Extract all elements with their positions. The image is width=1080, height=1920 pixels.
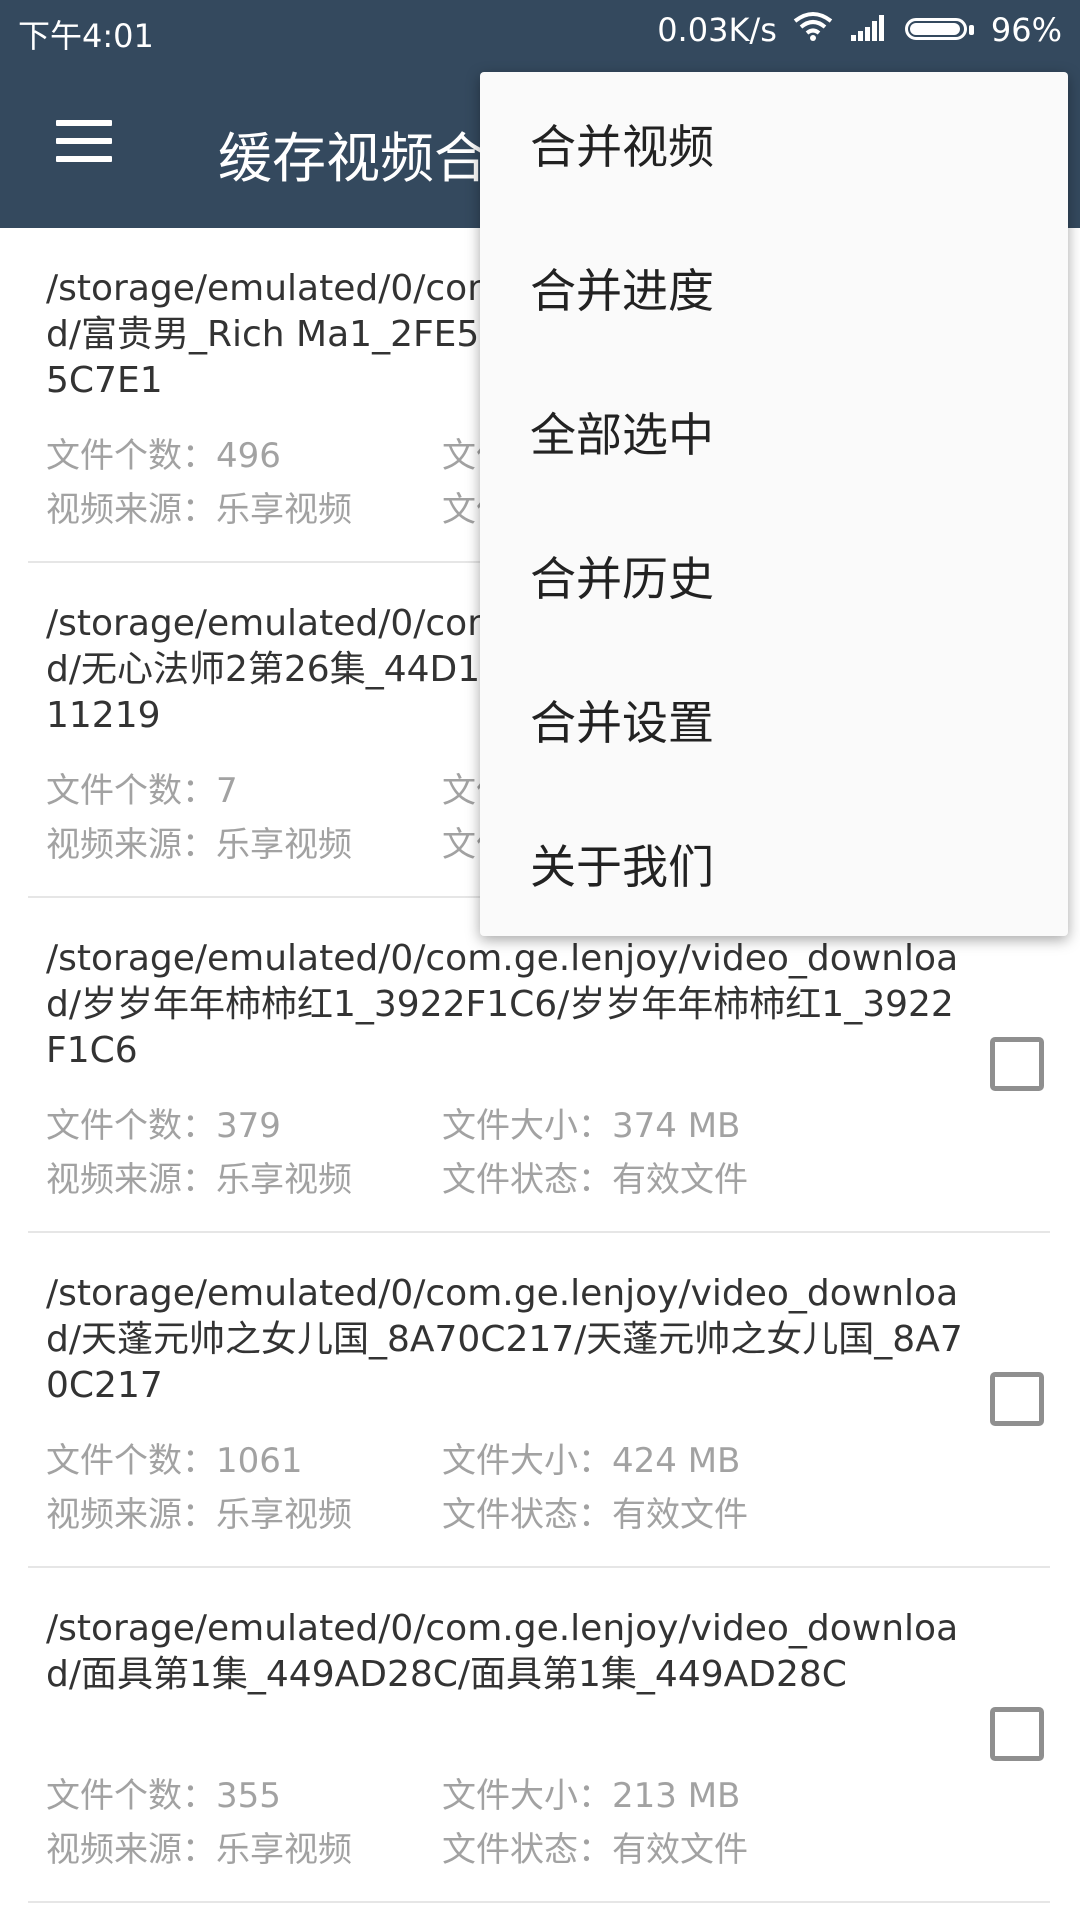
file-count: 文件个数：7 xyxy=(46,771,238,811)
list-item[interactable]: /storage/emulated/0/com.ge.lenjoy/video_… xyxy=(28,898,1050,1233)
menu-item-6[interactable]: 关于我们 xyxy=(480,792,1068,936)
select-checkbox[interactable] xyxy=(990,1037,1044,1091)
wifi-icon xyxy=(793,11,833,49)
menu-item-2[interactable]: 合并进度 xyxy=(480,216,1068,360)
video-source: 视频来源：乐享视频 xyxy=(46,1160,352,1200)
video-source: 视频来源：乐享视频 xyxy=(46,825,352,865)
item-path: /storage/emulated/0/com.ge.lenjoy/video_… xyxy=(46,1273,963,1406)
list-item[interactable]: /storage/emulated/0/com.ge.lenjoy/video_… xyxy=(28,1568,1050,1903)
battery-percent: 96% xyxy=(990,11,1062,49)
menu-item-4[interactable]: 合并历史 xyxy=(480,504,1068,648)
menu-item-3[interactable]: 全部选中 xyxy=(480,360,1068,504)
file-size: 文件大小：213 MB xyxy=(442,1776,741,1816)
select-checkbox[interactable] xyxy=(990,1707,1044,1761)
file-size: 文件大小：424 MB xyxy=(442,1441,741,1481)
file-count: 文件个数：379 xyxy=(46,1106,281,1146)
video-source: 视频来源：乐享视频 xyxy=(46,1830,352,1870)
file-count: 文件个数：496 xyxy=(46,436,281,476)
overflow-menu: 合并视频 合并进度 全部选中 合并历史 合并设置 关于我们 xyxy=(480,72,1068,936)
menu-item-5[interactable]: 合并设置 xyxy=(480,648,1068,792)
status-time: 下午4:01 xyxy=(18,17,154,55)
file-size: 文件大小：374 MB xyxy=(442,1106,741,1146)
network-speed: 0.03K/s xyxy=(657,11,777,49)
video-source: 视频来源：乐享视频 xyxy=(46,1495,352,1535)
select-checkbox[interactable] xyxy=(990,1372,1044,1426)
battery-icon xyxy=(904,17,975,43)
file-status: 文件状态：有效文件 xyxy=(442,1495,748,1535)
menu-item-1[interactable]: 合并视频 xyxy=(480,72,1068,216)
list-item[interactable]: /storage/emulated/0/com.ge.lenjoy/video_… xyxy=(28,1233,1050,1568)
status-bar: 下午4:01 0.03K/s 96% xyxy=(0,0,1080,62)
file-count: 文件个数：1061 xyxy=(46,1441,303,1481)
hamburger-menu-icon[interactable] xyxy=(42,110,122,180)
file-status: 文件状态：有效文件 xyxy=(442,1160,748,1200)
file-status: 文件状态：有效文件 xyxy=(442,1830,748,1870)
cell-signal-icon xyxy=(849,11,889,49)
status-indicators: 0.03K/s 96% xyxy=(657,11,1062,49)
file-count: 文件个数：355 xyxy=(46,1776,281,1816)
item-path: /storage/emulated/0/com.ge.lenjoy/video_… xyxy=(46,1608,959,1695)
item-path: /storage/emulated/0/com.ge.lenjoy/video_… xyxy=(46,938,959,1071)
video-source: 视频来源：乐享视频 xyxy=(46,490,352,530)
